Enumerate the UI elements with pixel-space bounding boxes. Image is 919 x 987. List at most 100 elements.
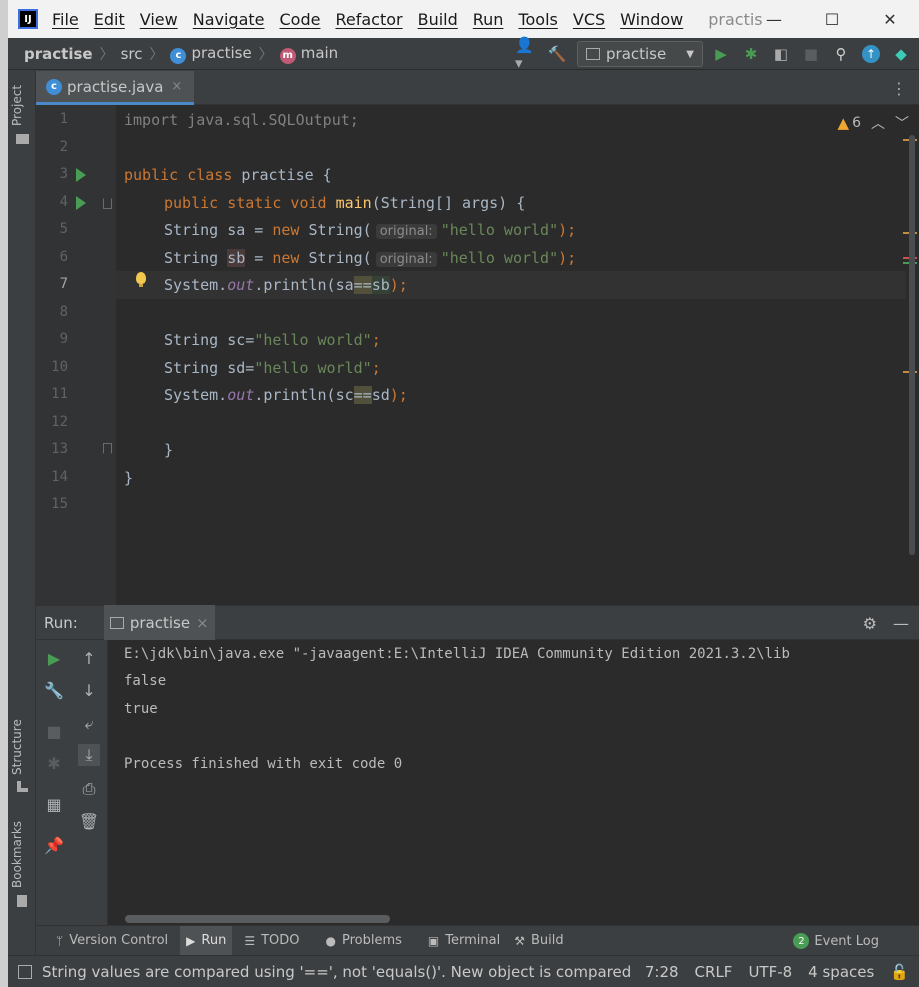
scroll-up-icon[interactable]: ↑ [78,647,100,669]
menu-refactor[interactable]: Refactor [335,10,402,29]
menu-edit[interactable]: Edit [94,10,125,29]
caret-position[interactable]: 7:28 [645,963,679,981]
next-highlight-icon[interactable]: ﹀ [895,113,909,133]
run-main-gutter-icon[interactable] [76,196,86,210]
trash-icon[interactable]: 🗑 [78,810,100,832]
project-tool-label: Project [10,84,24,126]
inspection-widget[interactable]: ▲ 6 ︿ ﹀ [838,113,909,133]
debug-icon[interactable]: ✱ [739,42,763,66]
string-literal: "hello world" [254,359,372,377]
tool-problems[interactable]: ● Problems [320,926,408,956]
stop-icon[interactable]: ■ [43,720,65,742]
breadcrumb-separator-icon: 〉 [99,46,114,63]
status-message[interactable]: String values are compared using '==', n… [42,963,631,981]
status-widgets: 7:28 CRLF UTF-8 4 spaces 🔓 [629,956,909,987]
console-output[interactable]: E:\jdk\bin\java.exe "-javaagent:E:\Intel… [108,640,919,925]
search-icon[interactable]: ⚲ [829,42,853,66]
warning-count: 6 [852,115,861,131]
tool-terminal[interactable]: ▣ Terminal [422,926,506,956]
menu-view[interactable]: View [140,10,178,29]
soft-wrap-icon[interactable]: ⤶ [78,713,100,735]
run-tab-close-icon[interactable]: × [196,614,209,632]
menu-window[interactable]: Window [620,10,683,29]
code-text: sd [371,386,390,404]
menu-navigate[interactable]: Navigate [193,10,265,29]
rerun-icon[interactable]: ▶ [43,647,65,669]
menu-run[interactable]: Run [473,10,504,29]
code-text: { [313,166,332,184]
print-icon[interactable]: ⎙ [78,778,100,800]
run-configuration-select[interactable]: practise ▼ [577,41,703,67]
parameter-hint: original: [375,252,437,267]
scroll-down-icon[interactable]: ↓ [78,679,100,701]
update-icon[interactable]: ↑ [859,42,883,66]
project-tool-button[interactable]: Project [10,85,24,126]
run-class-gutter-icon[interactable] [76,168,86,182]
breadcrumb-project[interactable]: practise [24,45,93,63]
class-name: practise [241,166,314,184]
coverage-icon[interactable]: ◧ [769,42,793,66]
build-hammer-icon[interactable]: 🔨 [545,42,569,66]
run-icon[interactable]: ▶ [709,42,733,66]
line-separator[interactable]: CRLF [695,963,733,981]
menu-file[interactable]: File [52,10,79,29]
run-tab-practise[interactable]: practise × [103,605,215,640]
tool-todo[interactable]: ☰ TODO [238,926,305,956]
tab-practise-java[interactable]: c practise.java × [36,71,194,105]
settings-gear-icon[interactable]: ⚙ [863,614,877,633]
breadcrumb-method[interactable]: m main [279,44,338,64]
code-text: String( [308,249,372,267]
console-scrollbar[interactable] [125,915,390,923]
line-number: 8 [59,304,68,320]
fold-icon[interactable] [103,443,112,454]
user-icon[interactable]: 👤▾ [515,36,539,72]
menu-vcs[interactable]: VCS [573,10,605,29]
stop-icon[interactable]: ■ [799,42,823,66]
keyword: public static void [164,194,336,212]
code-text: } [164,441,174,459]
menu-code[interactable]: Code [280,10,321,29]
breadcrumb-folder[interactable]: src [121,45,143,63]
tool-run[interactable]: ▶ Run [180,925,233,956]
maximize-button[interactable]: ☐ [803,0,861,38]
warning-icon: ▲ [837,114,850,132]
line-number: 2 [59,139,68,155]
file-encoding[interactable]: UTF-8 [748,963,792,981]
close-button[interactable]: ✕ [861,0,919,38]
structure-tool-button[interactable]: Structure [10,719,24,775]
structure-tool-label: Structure [10,719,24,775]
editor-gutter: 1 2 3 4 5 6 7 8 9 10 11 12 13 14 15 [36,105,116,605]
tool-windows-icon[interactable] [18,964,32,979]
bookmarks-tool-button[interactable]: Bookmarks [10,821,24,888]
fold-icon[interactable] [103,198,112,209]
pin-icon[interactable]: 📌 [43,834,65,856]
minimize-button[interactable]: — [745,0,803,38]
indent-setting[interactable]: 4 spaces [808,963,874,981]
layout-icon[interactable]: ▦ [43,793,65,815]
hide-panel-icon[interactable]: — [893,614,909,633]
hammer-icon: ⚒ [514,933,525,948]
code-editor[interactable]: 1 2 3 4 5 6 7 8 9 10 11 12 13 14 15 impo… [36,105,919,605]
wrench-icon[interactable]: 🔧 [43,679,65,701]
breadcrumb: practise 〉 src 〉 c practise 〉 m main [24,44,338,64]
breadcrumb-class-label: practise [191,43,252,62]
keyword: public class [124,166,242,184]
debug-disabled-icon[interactable]: ✱ [43,752,65,774]
code-with-me-icon[interactable]: ◆ [889,42,913,66]
line-number: 6 [59,249,68,265]
tool-version-control[interactable]: ᛘ Version Control [50,926,174,956]
event-log-button[interactable]: 2 Event Log [793,926,879,956]
tool-build[interactable]: ⚒ Build [508,926,569,956]
static-field: out [227,276,255,294]
breadcrumb-class[interactable]: c practise [170,43,252,64]
code-text: System. [164,386,228,404]
menu-tools[interactable]: Tools [518,10,557,29]
previous-highlight-icon[interactable]: ︿ [871,113,885,133]
editor-scrollbar[interactable] [909,135,915,555]
scroll-to-end-icon[interactable]: ⤓ [78,744,100,766]
tab-close-icon[interactable]: × [171,79,182,94]
lock-icon[interactable]: 🔓 [890,963,909,981]
menu-build[interactable]: Build [418,10,458,29]
window-controls: — ☐ ✕ [745,0,919,38]
more-options-icon[interactable]: ⋮ [891,79,907,98]
